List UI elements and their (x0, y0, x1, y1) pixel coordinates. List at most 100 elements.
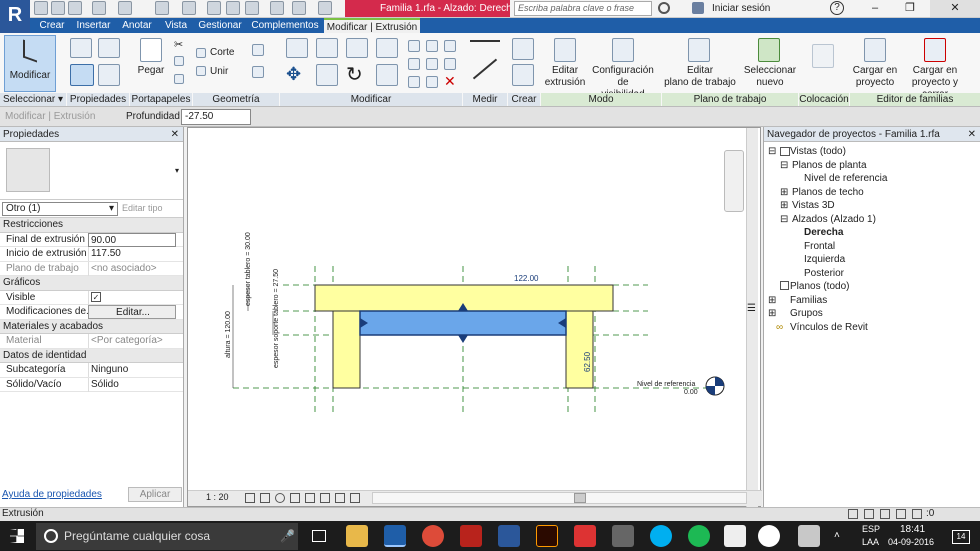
word-icon[interactable] (498, 525, 520, 547)
measure-icon[interactable] (155, 1, 169, 15)
reveal-hidden-icon[interactable] (350, 493, 360, 503)
match-icon[interactable] (174, 74, 184, 84)
signin-button[interactable]: Iniciar sesión (712, 0, 770, 17)
tree-expander-icon[interactable]: ⊞ (768, 295, 776, 306)
split-gap-icon[interactable] (426, 40, 438, 52)
tree-node-nivel-referencia[interactable]: Nivel de referencia (804, 173, 887, 184)
taskbar-search-text[interactable]: Pregúntame cualquier cosa (64, 529, 210, 543)
tree-node-planos-planta[interactable]: Planos de planta (792, 160, 867, 171)
minimize-button[interactable]: – (860, 0, 890, 17)
pin-icon[interactable] (444, 40, 456, 52)
clock-date[interactable]: 04-09-2016 (888, 537, 934, 547)
tree-node-planos-techo[interactable]: Planos de techo (792, 187, 864, 198)
app2-icon[interactable] (798, 525, 820, 547)
tree-node-familias[interactable]: Familias (790, 295, 827, 306)
properties-icon[interactable] (70, 38, 92, 58)
tree-node-derecha[interactable]: Derecha (804, 227, 843, 238)
trim-icon[interactable] (376, 64, 398, 86)
mirror-draw-icon[interactable] (376, 38, 398, 58)
paint-icon[interactable] (252, 66, 264, 78)
edit-type-button[interactable]: Editar tipo (122, 203, 163, 213)
support-beam[interactable] (359, 310, 567, 336)
edit-extrusion-button[interactable]: Editar extrusión (540, 65, 590, 89)
edit-extrusion-icon[interactable] (554, 38, 576, 62)
trim-multi-icon[interactable] (426, 76, 438, 88)
restore-button[interactable]: ❐ (895, 0, 925, 17)
cut-geometry-icon[interactable] (196, 48, 206, 58)
dim-right-label[interactable]: 62.50 (583, 351, 592, 372)
revit-logo-icon[interactable]: R (0, 0, 30, 34)
tab-anotar[interactable]: Anotar (116, 18, 158, 33)
offset-icon[interactable] (316, 38, 338, 58)
save-icon[interactable] (51, 1, 65, 15)
section-restricciones[interactable]: Restricciones (0, 218, 183, 233)
3d-view-icon[interactable] (245, 1, 259, 15)
canvas-splitter-icon[interactable]: ☰ (747, 303, 756, 314)
split-icon[interactable] (408, 40, 420, 52)
type-selector[interactable]: Otro (1) ▾ (2, 202, 118, 216)
customize-qat-icon[interactable] (318, 1, 332, 15)
dim-thickness-label[interactable]: espesor tablero = 30.00 (245, 232, 252, 306)
tab-insertar[interactable]: Insertar (71, 18, 116, 33)
depth-input[interactable]: -27.50 (181, 109, 251, 125)
tag-icon[interactable] (207, 1, 221, 15)
section-graficos[interactable]: Gráficos (0, 276, 183, 291)
crop-icon[interactable] (305, 493, 315, 503)
copy-icon[interactable] (174, 56, 184, 66)
level-value-label[interactable]: 0.00 (684, 389, 698, 396)
tab-vista[interactable]: Vista (158, 18, 194, 33)
clock-time[interactable]: 18:41 (900, 524, 925, 535)
communication-icon[interactable] (692, 2, 704, 14)
tree-node-alzados[interactable]: Alzados (Alzado 1) (792, 214, 876, 225)
dimension-icon[interactable] (182, 1, 196, 15)
microphone-icon[interactable]: 🎤 (280, 529, 295, 543)
edit-overrides-button[interactable]: Editar... (88, 305, 176, 319)
tree-node-izquierda[interactable]: Izquierda (804, 254, 845, 265)
aligned-dimension-icon[interactable] (470, 40, 500, 42)
pick-new-button[interactable]: Seleccionar nuevo (742, 65, 798, 89)
switch-windows-icon[interactable] (292, 1, 306, 15)
keyboard-layout[interactable]: LAA (862, 537, 879, 547)
beam-bottom-handle-icon[interactable] (458, 335, 468, 343)
app-icon[interactable] (612, 525, 634, 547)
drawing-canvas[interactable]: 122.00 espesor tablero = 30.00 espesor s… (187, 127, 762, 508)
skype-icon[interactable] (650, 525, 672, 547)
close-window-button[interactable]: ✕ (930, 0, 980, 17)
text-icon[interactable] (226, 1, 240, 15)
design-options-icon[interactable] (864, 509, 874, 519)
load-into-project-icon[interactable] (864, 38, 886, 62)
scroll-thumb[interactable] (574, 493, 586, 503)
acrobat-icon[interactable] (460, 525, 482, 547)
search-input[interactable]: Escriba palabra clave o frase (514, 1, 652, 16)
paste-label[interactable]: Pegar (132, 65, 170, 77)
notification-icon[interactable]: 14 (952, 530, 970, 544)
detail-level-icon[interactable] (245, 493, 255, 503)
sun-path-icon[interactable] (275, 493, 285, 503)
chrome-icon[interactable] (422, 525, 444, 547)
join-label[interactable]: Unir (210, 66, 228, 77)
tree-node-vistas[interactable]: Vistas (todo) (790, 146, 846, 157)
tab-modificar-extrusion[interactable]: Modificar | Extrusión (324, 18, 420, 33)
redo-icon[interactable] (118, 1, 132, 15)
copy-element-icon[interactable] (316, 64, 338, 86)
autocad-icon[interactable] (574, 525, 596, 547)
section-identidad[interactable]: Datos de identidad (0, 348, 183, 363)
modify-button[interactable]: Modificar (4, 35, 56, 92)
align-icon[interactable] (286, 38, 308, 58)
level-name-label[interactable]: Nivel de referencia (637, 381, 695, 388)
scale-label[interactable]: 1 : 20 (206, 492, 229, 502)
close-icon[interactable]: ✕ (968, 127, 976, 142)
task-view-icon[interactable] (312, 530, 326, 542)
delete-icon[interactable]: ✕ (444, 73, 456, 90)
shadows-icon[interactable] (290, 493, 300, 503)
illustrator-icon[interactable] (536, 525, 558, 547)
paste-icon[interactable] (140, 38, 162, 62)
tree-node-posterior[interactable]: Posterior (804, 268, 844, 279)
family-types-icon[interactable] (98, 38, 120, 58)
close-icon[interactable]: ✕ (171, 127, 179, 142)
unpin-icon[interactable] (444, 58, 456, 70)
tree-node-grupos[interactable]: Grupos (790, 308, 823, 319)
vertical-scrollbar[interactable] (746, 128, 758, 508)
dim-support-label[interactable]: espesor soporte tablero = 27.50 (273, 269, 280, 368)
select-links-icon[interactable] (880, 509, 890, 519)
